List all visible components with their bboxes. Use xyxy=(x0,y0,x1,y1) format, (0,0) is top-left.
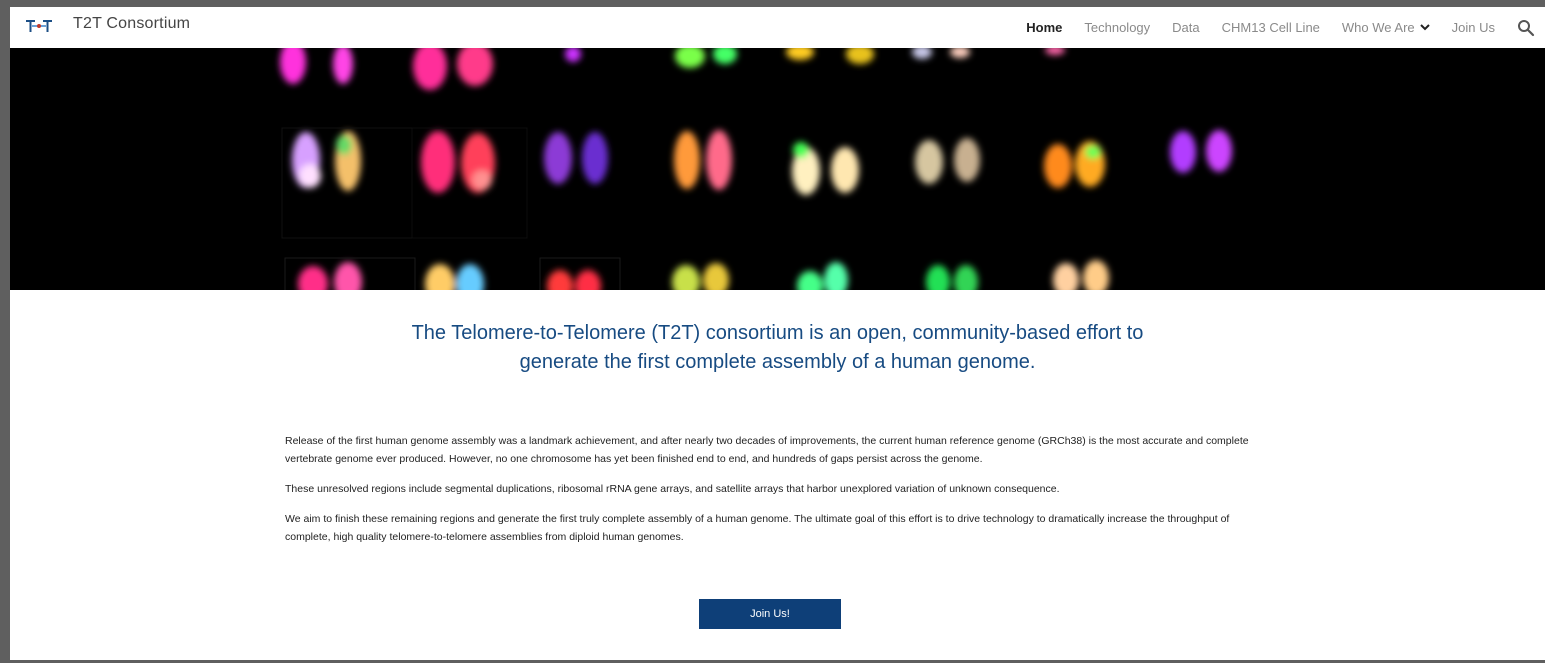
intro-text: Release of the first human genome assemb… xyxy=(285,432,1275,558)
headline-line-2: generate the first complete assembly of … xyxy=(519,351,1036,373)
headline-line-1: The Telomere-to-Telomere (T2T) consortiu… xyxy=(411,322,1144,344)
nav-who-we-are-label: Who We Are xyxy=(1341,20,1415,35)
hero-banner xyxy=(10,48,1545,290)
page-headline: The Telomere-to-Telomere (T2T) consortiu… xyxy=(10,319,1545,377)
paragraph-2: These unresolved regions include segment… xyxy=(285,483,1060,495)
top-navigation-bar: T2T Consortium Home Technology Data CHM1… xyxy=(10,7,1545,48)
paragraph-3: We aim to finish these remaining regions… xyxy=(285,513,1230,543)
search-icon[interactable] xyxy=(1517,19,1535,37)
join-us-button[interactable]: Join Us! xyxy=(699,599,841,629)
main-nav: Home Technology Data CHM13 Cell Line Who… xyxy=(1026,7,1545,48)
page-frame: T2T Consortium Home Technology Data CHM1… xyxy=(10,7,1545,660)
chevron-down-icon xyxy=(1419,24,1430,31)
nav-data[interactable]: Data xyxy=(1172,20,1199,35)
nav-chm13-cell-line[interactable]: CHM13 Cell Line xyxy=(1222,20,1320,35)
paragraph-1: Release of the first human genome assemb… xyxy=(285,435,1249,465)
nav-who-we-are[interactable]: Who We Are xyxy=(1342,20,1430,35)
chromosome-karyotype-image xyxy=(280,48,1232,290)
nav-home[interactable]: Home xyxy=(1026,20,1062,35)
nav-technology[interactable]: Technology xyxy=(1084,20,1150,35)
nav-join-us[interactable]: Join Us xyxy=(1452,20,1495,35)
t2t-logo-icon[interactable] xyxy=(26,19,52,33)
site-title[interactable]: T2T Consortium xyxy=(73,15,190,33)
